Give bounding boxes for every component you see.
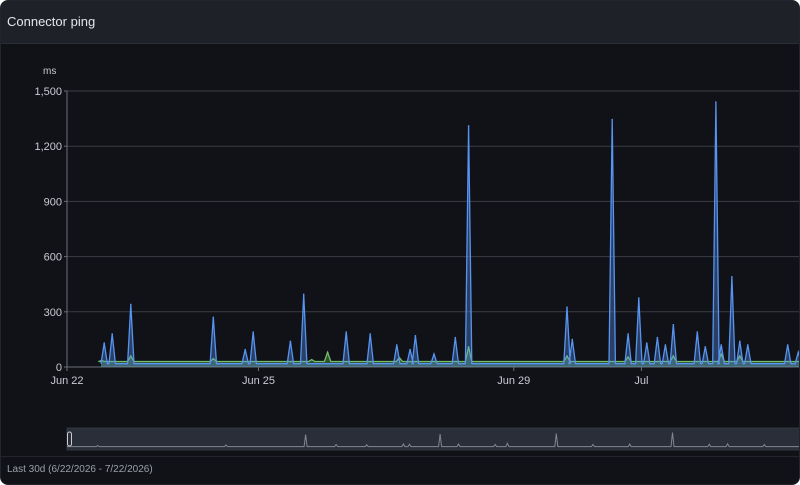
data-point <box>672 323 675 326</box>
data-point <box>289 340 292 343</box>
y-axis-labels: 0 300 600 900 1,200 1,500 <box>34 86 62 374</box>
data-point <box>566 306 568 309</box>
data-point <box>212 316 215 319</box>
ping-chart[interactable]: ms 03006009001,2001,500 Jun 22 Jun 25 Jun … <box>1 44 800 454</box>
data-point <box>645 342 648 344</box>
y-axis-unit-label: ms <box>43 66 56 77</box>
data-point <box>731 276 733 278</box>
x-tick-label: Jun 25 <box>242 375 275 387</box>
x-tick-label: Jun 29 <box>497 375 530 387</box>
data-point <box>395 344 398 346</box>
data-point <box>627 333 629 335</box>
panel-title[interactable]: Connector ping <box>7 14 95 29</box>
y-tick-label: 900 <box>44 196 62 208</box>
connector-ping-panel: Connector ping ms 0 300 600 900 1,200 1,500 J… <box>0 0 800 485</box>
data-point <box>467 125 470 127</box>
data-point <box>611 118 613 121</box>
data-point <box>326 351 329 354</box>
data-point <box>696 331 699 333</box>
series-area <box>101 102 799 367</box>
data-point <box>637 297 640 299</box>
navigator-left-handle[interactable] <box>67 431 72 447</box>
series-line <box>100 101 799 365</box>
chart-grid <box>64 90 799 371</box>
data-point <box>310 358 313 361</box>
data-point <box>797 351 799 354</box>
x-tick-label: Jul <box>634 375 648 387</box>
data-point <box>704 345 707 348</box>
x-axis-labels: Jun 22 Jun 25 Jun 29 Jul <box>50 375 648 387</box>
time-range-navigator <box>66 427 800 451</box>
data-point <box>571 338 574 341</box>
data-point <box>103 342 106 344</box>
data-point <box>111 333 114 335</box>
y-tick-label: 1,200 <box>34 141 62 153</box>
data-point <box>715 101 717 103</box>
y-tick-label: 300 <box>44 307 62 319</box>
data-point <box>369 333 371 335</box>
y-tick-label: 600 <box>44 252 62 264</box>
data-point <box>409 348 411 351</box>
data-point <box>433 353 435 355</box>
data-point <box>244 348 246 351</box>
data-point <box>720 344 723 346</box>
time-range-label[interactable]: Last 30d (6/22/2026 - 7/22/2026) <box>7 464 153 475</box>
y-tick-label: 1,500 <box>34 86 62 98</box>
panel-footer: Last 30d (6/22/2026 - 7/22/2026) <box>1 456 799 484</box>
data-point <box>656 336 659 339</box>
data-point <box>664 344 667 346</box>
navigator-selection[interactable] <box>67 428 800 450</box>
data-point <box>786 344 789 346</box>
data-point <box>130 303 132 306</box>
data-point <box>747 344 749 346</box>
data-point <box>414 334 417 337</box>
data-point <box>739 340 741 343</box>
x-tick-label: Jun 22 <box>50 375 83 387</box>
data-point <box>345 331 348 333</box>
data-point <box>454 336 457 339</box>
data-point <box>252 331 254 333</box>
data-point <box>302 293 305 296</box>
y-tick-label: 0 <box>56 362 62 374</box>
chart-series <box>98 101 799 367</box>
panel-header: Connector ping <box>1 1 799 44</box>
